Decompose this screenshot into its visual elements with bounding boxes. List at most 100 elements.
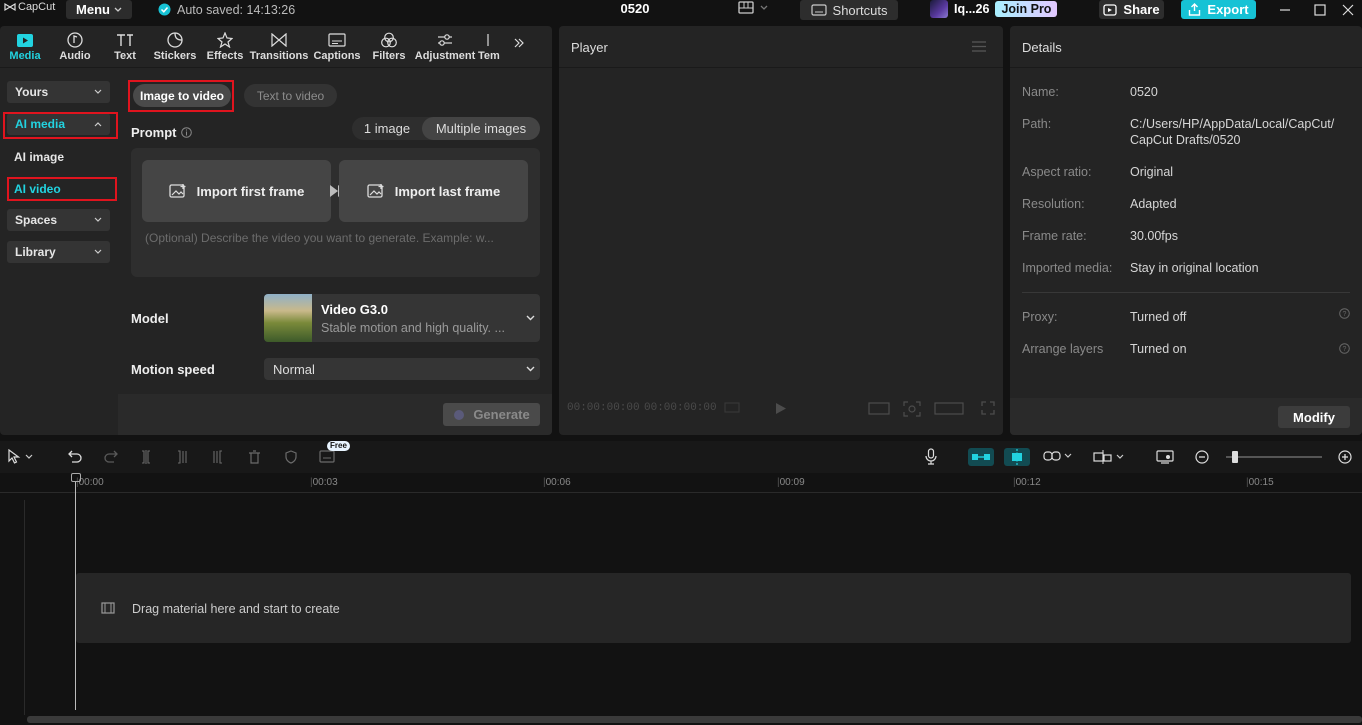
screen-record-icon[interactable] xyxy=(1156,450,1174,464)
tab-captions[interactable]: Captions xyxy=(308,26,366,67)
user-area[interactable]: Iq...26 Join Pro xyxy=(930,0,1058,18)
tab-label: Audio xyxy=(59,50,91,62)
tick-label: |00:12 xyxy=(1013,477,1041,488)
shortcuts-button[interactable]: Shortcuts xyxy=(800,0,898,20)
import-last-frame-button[interactable]: Import last frame xyxy=(339,160,528,222)
screenshot-icon[interactable] xyxy=(903,401,921,417)
tab-templates[interactable]: Tem xyxy=(478,26,506,67)
snap-icon xyxy=(1007,449,1027,465)
linkage-button[interactable] xyxy=(1043,451,1072,461)
tab-media[interactable]: Media xyxy=(0,26,50,67)
aspect-ratio-value: Original xyxy=(1130,165,1174,179)
minimize-button[interactable] xyxy=(1271,0,1299,19)
preview-axis-icon xyxy=(1093,450,1113,464)
main-track-dropzone[interactable]: Drag material here and start to create xyxy=(76,573,1351,643)
nav-library[interactable]: Library xyxy=(7,241,110,263)
maximize-button[interactable] xyxy=(1306,0,1334,19)
export-label: Export xyxy=(1207,2,1249,17)
share-button[interactable]: Share xyxy=(1099,0,1164,19)
aspect-ratio-label: Aspect ratio: xyxy=(1022,165,1092,179)
playhead-handle[interactable] xyxy=(71,473,81,482)
zoom-slider-handle[interactable] xyxy=(1232,451,1238,463)
motion-speed-label: Motion speed xyxy=(131,362,215,377)
sparkle-icon xyxy=(453,409,465,421)
timeline-ruler[interactable]: |00:00 |00:03 |00:06 |00:09 |00:12 |00:1… xyxy=(0,473,1362,493)
nav-spaces[interactable]: Spaces xyxy=(7,209,110,231)
tab-filters[interactable]: Filters xyxy=(366,26,412,67)
hamburger-menu-icon[interactable] xyxy=(972,41,986,52)
zoom-slider[interactable] xyxy=(1226,456,1322,458)
top-bar: CapCut Menu Auto saved: 14:13:26 0520 Sh… xyxy=(0,0,1362,20)
share-label: Share xyxy=(1123,2,1160,17)
close-button[interactable] xyxy=(1334,0,1362,19)
player-panel: Player 00:00:00:00 00:00:00:00 xyxy=(559,26,1003,435)
play-icon[interactable] xyxy=(775,402,787,415)
modify-button[interactable]: Modify xyxy=(1278,406,1350,428)
motion-speed-select[interactable]: Normal xyxy=(264,358,540,380)
one-image-option[interactable]: 1 image xyxy=(352,117,422,140)
tab-stickers[interactable]: Stickers xyxy=(150,26,200,67)
help-icon[interactable]: ? xyxy=(1339,343,1350,354)
import-first-frame-button[interactable]: Import first frame xyxy=(142,160,331,222)
shield-icon[interactable] xyxy=(285,450,297,464)
preview-axis-button[interactable] xyxy=(1093,450,1124,464)
generate-button[interactable]: Generate xyxy=(443,403,540,426)
aspect-ratio-icon[interactable] xyxy=(934,402,964,415)
trash-icon[interactable] xyxy=(248,450,261,464)
chevron-down-icon xyxy=(1064,453,1072,459)
nav-yours[interactable]: Yours xyxy=(7,81,110,103)
microphone-icon[interactable] xyxy=(925,448,937,465)
app-logo: CapCut xyxy=(4,1,55,13)
redo-icon[interactable] xyxy=(104,450,118,463)
highlight-box xyxy=(7,177,117,201)
export-button[interactable]: Export xyxy=(1181,0,1256,19)
info-icon[interactable] xyxy=(180,127,192,138)
tab-effects[interactable]: Effects xyxy=(200,26,250,67)
model-name: Video G3.0 xyxy=(321,302,388,317)
join-pro-button[interactable]: Join Pro xyxy=(995,1,1058,17)
drop-hint-text: Drag material here and start to create xyxy=(132,602,340,616)
tab-adjustment[interactable]: Adjustment xyxy=(412,26,478,67)
shortcuts-label: Shortcuts xyxy=(832,2,888,18)
horizontal-scrollbar[interactable] xyxy=(27,716,1362,723)
tick-text: 00:15 xyxy=(1248,477,1274,488)
avatar[interactable] xyxy=(930,0,948,18)
arrange-layers-label: Arrange layers xyxy=(1022,342,1104,356)
prompt-box: Import first frame Import last frame (Op… xyxy=(131,148,540,277)
tick-label: |00:09 xyxy=(777,477,805,488)
select-tool-button[interactable] xyxy=(8,449,33,464)
nav-ai-image[interactable]: AI image xyxy=(14,150,64,164)
zoom-in-icon[interactable] xyxy=(1338,450,1353,465)
tick-text: 00:09 xyxy=(779,477,805,488)
menu-button[interactable]: Menu xyxy=(66,0,132,19)
model-select[interactable]: Video G3.0 Stable motion and high qualit… xyxy=(264,294,540,342)
main-track-magnet-button[interactable] xyxy=(968,448,994,466)
layout-icon xyxy=(738,1,754,14)
timecode-format-icon[interactable] xyxy=(724,402,740,413)
split-icon[interactable] xyxy=(140,450,152,464)
more-tabs-button[interactable] xyxy=(506,26,532,67)
text-to-video-tab[interactable]: Text to video xyxy=(244,84,337,107)
auto-caption-icon[interactable] xyxy=(319,450,335,463)
resolution-label: Resolution: xyxy=(1022,197,1085,211)
fullscreen-icon[interactable] xyxy=(981,401,995,415)
tab-transitions[interactable]: Transitions xyxy=(250,26,308,67)
player-title: Player xyxy=(571,40,608,55)
prompt-input[interactable]: (Optional) Describe the video you want t… xyxy=(145,231,530,245)
motion-speed-value: Normal xyxy=(273,362,315,377)
tab-text[interactable]: Text xyxy=(100,26,150,67)
nav-label: Spaces xyxy=(15,213,58,227)
zoom-out-icon[interactable] xyxy=(1195,450,1210,465)
delete-left-icon[interactable] xyxy=(176,450,188,464)
tab-audio[interactable]: Audio xyxy=(50,26,100,67)
multiple-images-option[interactable]: Multiple images xyxy=(422,117,540,140)
media-panel: Media Audio Text Stickers Effects Transi… xyxy=(0,26,552,435)
svg-text:?: ? xyxy=(1343,346,1347,353)
magnet-link-icon xyxy=(971,452,991,462)
ratio-icon[interactable] xyxy=(868,402,890,415)
delete-right-icon[interactable] xyxy=(212,450,224,464)
auto-snap-button[interactable] xyxy=(1004,448,1030,466)
help-icon[interactable]: ? xyxy=(1339,308,1350,319)
layout-button[interactable] xyxy=(738,1,768,14)
undo-icon[interactable] xyxy=(68,450,82,463)
